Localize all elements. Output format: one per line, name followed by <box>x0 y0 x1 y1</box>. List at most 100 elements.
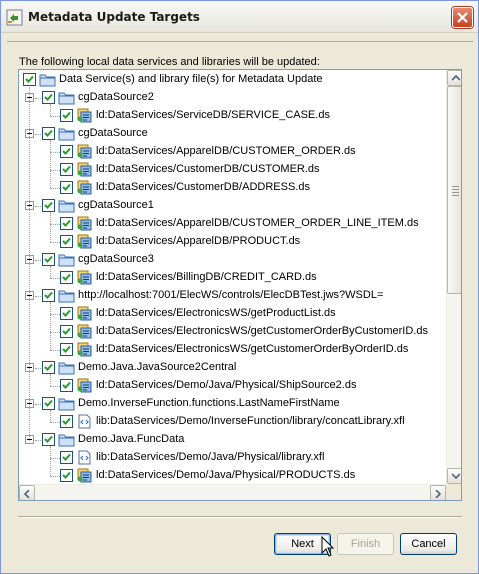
tree-checkbox[interactable] <box>42 127 55 140</box>
tree-node-label: cgDataSource3 <box>78 253 154 265</box>
tree-item-node[interactable]: lib:DataServices/Demo/InverseFunction/li… <box>19 413 445 431</box>
tree-group-node[interactable]: cgDataSource <box>19 125 445 143</box>
tree-checkbox[interactable] <box>60 271 73 284</box>
tree-item-node[interactable]: ld:DataServices/ApparelDB/CUSTOMER_ORDER… <box>19 215 445 233</box>
tree-checkbox[interactable] <box>42 289 55 302</box>
tree-checkbox[interactable] <box>60 217 73 230</box>
data-service-icon <box>76 144 93 159</box>
scroll-right-button[interactable] <box>430 485 446 500</box>
checkmark-icon <box>44 363 53 371</box>
data-service-icon <box>76 216 93 231</box>
tree-node-label: ld:DataServices/CustomerDB/ADDRESS.ds <box>96 181 310 193</box>
checkmark-icon <box>44 399 53 407</box>
tree-group-node[interactable]: Demo.Java.JavaSource2Central <box>19 359 445 377</box>
library-file-icon <box>76 450 93 465</box>
tree-checkbox[interactable] <box>42 199 55 212</box>
tree-checkbox[interactable] <box>60 163 73 176</box>
horizontal-scrollbar[interactable] <box>19 484 446 500</box>
scroll-down-button[interactable] <box>447 468 461 484</box>
tree-node-label: http://localhost:7001/ElecWS/controls/El… <box>78 289 384 301</box>
tree-connector <box>50 422 60 423</box>
tree-checkbox[interactable] <box>60 109 73 122</box>
arrow-right-icon <box>435 490 441 498</box>
finish-button[interactable]: Finish <box>337 533 394 555</box>
tree-item-node[interactable]: ld:DataServices/ElectronicsWS/getProduct… <box>19 305 445 323</box>
tree-checkbox[interactable] <box>60 379 73 392</box>
checkmark-icon <box>62 165 71 173</box>
tree-item-node[interactable]: lib:DataServices/Demo/Java/Physical/libr… <box>19 449 445 467</box>
vertical-scroll-thumb[interactable] <box>447 86 461 294</box>
tree-node-label: ld:DataServices/ApparelDB/CUSTOMER_ORDER… <box>96 145 356 157</box>
title-bar[interactable]: Metadata Update Targets <box>1 1 478 33</box>
checkmark-icon <box>62 219 71 227</box>
tree-item-node[interactable]: ld:DataServices/ElectronicsWS/getCustome… <box>19 323 445 341</box>
tree-checkbox[interactable] <box>60 451 73 464</box>
tree-checkbox[interactable] <box>60 145 73 158</box>
tree-item-node[interactable]: ld:DataServices/ApparelDB/PRODUCT.ds <box>19 233 445 251</box>
vertical-scrollbar[interactable] <box>446 70 461 484</box>
tree-checkbox[interactable] <box>60 469 73 482</box>
scroll-left-button[interactable] <box>19 485 35 500</box>
data-service-icon <box>76 108 93 123</box>
tree-connector <box>50 302 51 350</box>
tree-checkbox[interactable] <box>60 343 73 356</box>
tree-group-node[interactable]: http://localhost:7001/ElecWS/controls/El… <box>19 287 445 305</box>
folder-icon <box>58 288 75 303</box>
tree-node-label: ld:DataServices/Demo/Java/Physical/PRODU… <box>96 469 356 481</box>
tree-item-node[interactable]: ld:DataServices/ServiceDB/SERVICE_CASE.d… <box>19 107 445 125</box>
tree-node-label: lib:DataServices/Demo/Java/Physical/libr… <box>96 451 325 463</box>
tree-node-label: ld:DataServices/ElectronicsWS/getCustome… <box>96 325 428 337</box>
tree-root-node[interactable]: Data Service(s) and library file(s) for … <box>19 71 445 89</box>
tree-checkbox[interactable] <box>23 73 36 86</box>
instruction-text: The following local data services and li… <box>19 56 320 68</box>
tree-node-label: ld:DataServices/CustomerDB/CUSTOMER.ds <box>96 163 320 175</box>
tree-group-node[interactable]: Demo.InverseFunction.functions.LastNameF… <box>19 395 445 413</box>
tree-connector <box>50 116 60 117</box>
tree-checkbox[interactable] <box>60 415 73 428</box>
tree-item-node[interactable]: ld:DataServices/BillingDB/CREDIT_CARD.ds <box>19 269 445 287</box>
tree-item-node[interactable]: ld:DataServices/ElectronicsWS/getCustome… <box>19 341 445 359</box>
checkmark-icon <box>62 273 71 281</box>
tree-checkbox[interactable] <box>60 235 73 248</box>
tree-checkbox[interactable] <box>42 91 55 104</box>
tree-checkbox[interactable] <box>42 433 55 446</box>
data-service-icon <box>76 180 93 195</box>
data-service-icon <box>76 342 93 357</box>
tree-connector <box>50 350 60 351</box>
tree-group-node[interactable]: cgDataSource1 <box>19 197 445 215</box>
tree-checkbox[interactable] <box>42 397 55 410</box>
tree-connector <box>50 188 60 189</box>
checkmark-icon <box>44 255 53 263</box>
update-targets-tree[interactable]: Data Service(s) and library file(s) for … <box>18 69 462 501</box>
tree-connector <box>50 332 60 333</box>
tree-group-node[interactable]: cgDataSource2 <box>19 89 445 107</box>
close-button[interactable] <box>452 7 473 28</box>
tree-checkbox[interactable] <box>42 253 55 266</box>
scroll-up-button[interactable] <box>447 70 461 86</box>
tree-checkbox[interactable] <box>60 307 73 320</box>
tree-group-node[interactable]: cgDataSource3 <box>19 251 445 269</box>
metadata-update-dialog: Metadata Update Targets The following lo… <box>0 0 479 574</box>
tree-connector <box>35 206 41 207</box>
tree-checkbox[interactable] <box>60 181 73 194</box>
tree-item-node[interactable]: ld:DataServices/CustomerDB/CUSTOMER.ds <box>19 161 445 179</box>
tree-checkbox[interactable] <box>42 361 55 374</box>
arrow-up-icon <box>452 75 460 81</box>
data-service-icon <box>76 234 93 249</box>
tree-node-label: cgDataSource1 <box>78 199 154 211</box>
tree-checkbox[interactable] <box>60 325 73 338</box>
tree-group-node[interactable]: Demo.Java.FuncData <box>19 431 445 449</box>
cancel-button[interactable]: Cancel <box>400 533 457 555</box>
close-icon <box>457 12 468 23</box>
folder-icon <box>39 72 56 87</box>
mouse-pointer-icon <box>321 536 335 557</box>
tree-connector <box>50 446 51 476</box>
tree-node-label: Demo.Java.JavaSource2Central <box>78 361 237 373</box>
tree-item-node[interactable]: ld:DataServices/ApparelDB/CUSTOMER_ORDER… <box>19 143 445 161</box>
tree-item-node[interactable]: ld:DataServices/Demo/Java/Physical/PRODU… <box>19 467 445 485</box>
folder-icon <box>58 252 75 267</box>
tree-connector <box>50 104 51 116</box>
tree-item-node[interactable]: ld:DataServices/Demo/Java/Physical/ShipS… <box>19 377 445 395</box>
tree-item-node[interactable]: ld:DataServices/CustomerDB/ADDRESS.ds <box>19 179 445 197</box>
tree-node-label: cgDataSource2 <box>78 91 154 103</box>
